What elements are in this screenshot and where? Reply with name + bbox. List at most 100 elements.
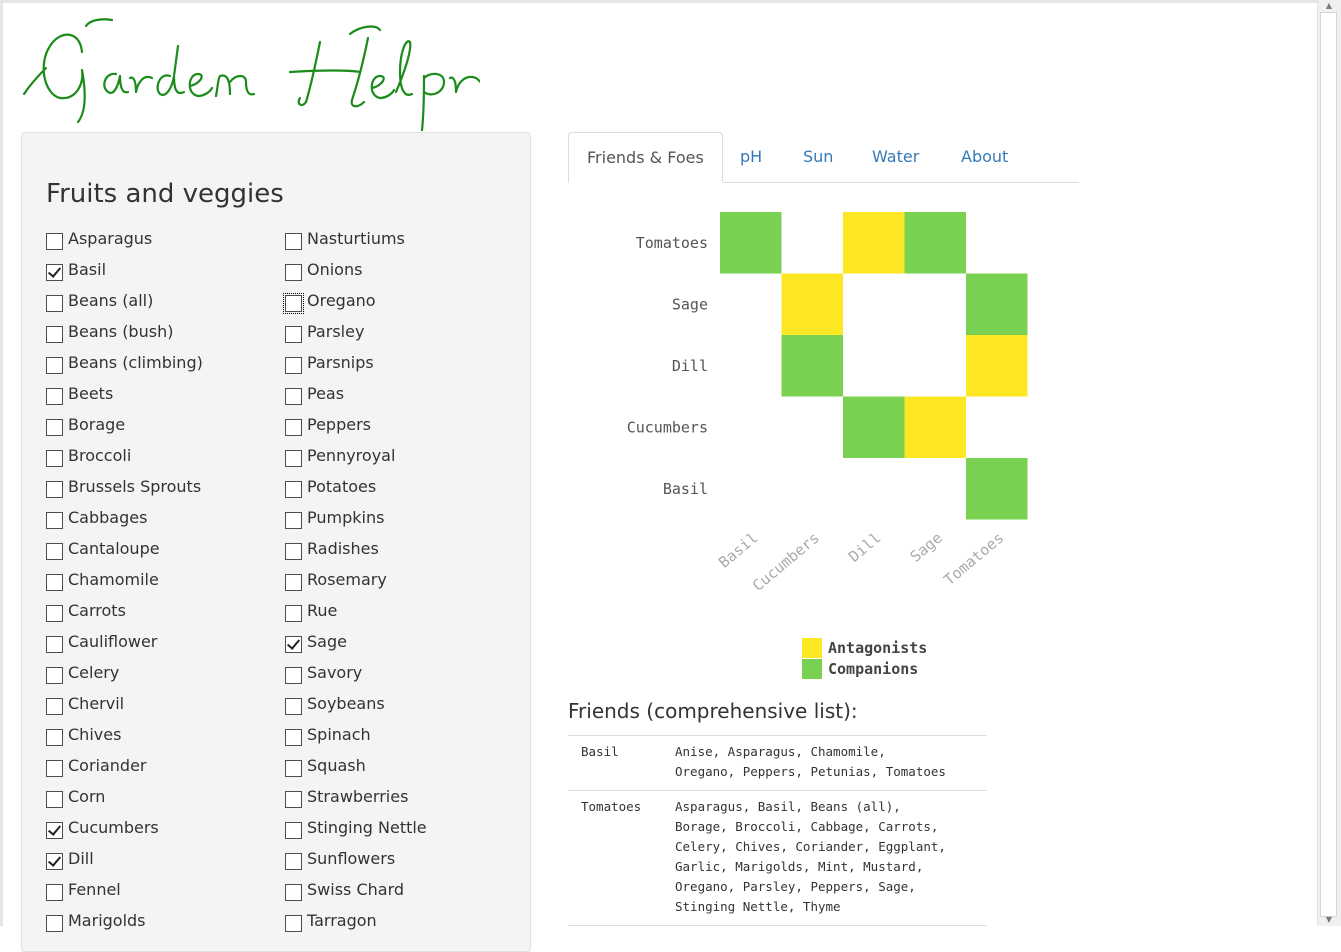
checkbox-item[interactable]: Beans (bush) <box>46 316 203 347</box>
checkbox-item[interactable]: Sunflowers <box>285 843 427 874</box>
checkbox-item[interactable]: Savory <box>285 657 427 688</box>
checkbox-item[interactable]: Oregano <box>283 285 427 316</box>
checkbox-item[interactable]: Beets <box>46 378 203 409</box>
checkbox[interactable] <box>285 791 302 808</box>
tab-ph[interactable]: pH <box>722 132 780 182</box>
checkbox[interactable] <box>285 667 302 684</box>
checkbox-item[interactable]: Corn <box>46 781 203 812</box>
checkbox[interactable] <box>46 760 63 777</box>
checkbox-item[interactable]: Rue <box>285 595 427 626</box>
checkbox[interactable] <box>285 853 302 870</box>
checkbox[interactable] <box>46 667 63 684</box>
checkbox-item[interactable]: Tarragon <box>285 905 427 936</box>
checkbox-item[interactable]: Broccoli <box>46 440 203 471</box>
checkbox-item[interactable]: Potatoes <box>285 471 427 502</box>
checkbox-item[interactable]: Sage <box>285 626 427 657</box>
checkbox-item[interactable]: Radishes <box>285 533 427 564</box>
checkbox[interactable] <box>46 574 63 591</box>
checkbox[interactable] <box>285 481 302 498</box>
checkbox-item[interactable]: Soybeans <box>285 688 427 719</box>
checkbox-item[interactable]: Nasturtiums <box>285 223 427 254</box>
checkbox-item[interactable]: Cabbages <box>46 502 203 533</box>
checkbox-item[interactable]: Dill <box>46 843 203 874</box>
checkbox[interactable] <box>46 264 63 281</box>
checkbox[interactable] <box>46 326 63 343</box>
checkbox[interactable] <box>46 853 63 870</box>
checkbox[interactable] <box>46 915 63 932</box>
checkbox-item[interactable]: Borage <box>46 409 203 440</box>
checkbox-item[interactable]: Parsley <box>285 316 427 347</box>
checkbox-item[interactable]: Peppers <box>285 409 427 440</box>
checkbox-item[interactable]: Celery <box>46 657 203 688</box>
checkbox-item[interactable]: Fennel <box>46 874 203 905</box>
checkbox-item[interactable]: Asparagus <box>46 223 203 254</box>
checkbox[interactable] <box>285 326 302 343</box>
checkbox[interactable] <box>285 388 302 405</box>
checkbox[interactable] <box>46 419 63 436</box>
checkbox-item[interactable]: Brussels Sprouts <box>46 471 203 502</box>
checkbox[interactable] <box>285 915 302 932</box>
checkbox[interactable] <box>46 512 63 529</box>
tab-friends-foes[interactable]: Friends & Foes <box>568 132 723 183</box>
checkbox[interactable] <box>46 605 63 622</box>
checkbox[interactable] <box>46 481 63 498</box>
checkbox-item[interactable]: Carrots <box>46 595 203 626</box>
checkbox-item[interactable]: Cucumbers <box>46 812 203 843</box>
checkbox[interactable] <box>285 419 302 436</box>
checkbox-item[interactable]: Pennyroyal <box>285 440 427 471</box>
checkbox-item[interactable]: Strawberries <box>285 781 427 812</box>
checkbox[interactable] <box>285 636 302 653</box>
tab-about[interactable]: About <box>943 132 1026 182</box>
tab-sun[interactable]: Sun <box>785 132 851 182</box>
checkbox[interactable] <box>46 636 63 653</box>
checkbox[interactable] <box>285 264 302 281</box>
checkbox-item[interactable]: Chives <box>46 719 203 750</box>
checkbox-item[interactable]: Squash <box>285 750 427 781</box>
checkbox[interactable] <box>46 698 63 715</box>
checkbox[interactable] <box>285 233 302 250</box>
scrollbar-thumb[interactable] <box>1320 12 1337 917</box>
checkbox-item[interactable]: Beans (climbing) <box>46 347 203 378</box>
checkbox[interactable] <box>285 574 302 591</box>
checkbox[interactable] <box>285 543 302 560</box>
checkbox[interactable] <box>46 295 63 312</box>
checkbox[interactable] <box>46 791 63 808</box>
checkbox-item[interactable]: Cantaloupe <box>46 533 203 564</box>
checkbox[interactable] <box>285 822 302 839</box>
checkbox[interactable] <box>285 605 302 622</box>
checkbox[interactable] <box>285 357 302 374</box>
checkbox[interactable] <box>46 357 63 374</box>
checkbox-item[interactable]: Coriander <box>46 750 203 781</box>
scroll-up-icon[interactable]: ▲ <box>1321 1 1337 11</box>
checkbox[interactable] <box>46 450 63 467</box>
checkbox[interactable] <box>46 388 63 405</box>
checkbox-item[interactable]: Peas <box>285 378 427 409</box>
tab-water[interactable]: Water <box>854 132 937 182</box>
checkbox[interactable] <box>285 450 302 467</box>
checkbox-item[interactable]: Cauliflower <box>46 626 203 657</box>
checkbox[interactable] <box>285 512 302 529</box>
checkbox-item[interactable]: Chamomile <box>46 564 203 595</box>
checkbox-item[interactable]: Spinach <box>285 719 427 750</box>
checkbox-item[interactable]: Chervil <box>46 688 203 719</box>
checkbox[interactable] <box>46 822 63 839</box>
checkbox-item[interactable]: Basil <box>46 254 203 285</box>
checkbox-item[interactable]: Marigolds <box>46 905 203 936</box>
checkbox[interactable] <box>285 729 302 746</box>
checkbox[interactable] <box>285 760 302 777</box>
checkbox[interactable] <box>285 884 302 901</box>
checkbox-item[interactable]: Parsnips <box>285 347 427 378</box>
checkbox-item[interactable]: Stinging Nettle <box>285 812 427 843</box>
checkbox[interactable] <box>46 884 63 901</box>
checkbox[interactable] <box>46 233 63 250</box>
checkbox[interactable] <box>283 293 304 314</box>
checkbox-item[interactable]: Beans (all) <box>46 285 203 316</box>
checkbox[interactable] <box>46 729 63 746</box>
checkbox-item[interactable]: Pumpkins <box>285 502 427 533</box>
checkbox[interactable] <box>285 698 302 715</box>
checkbox-item[interactable]: Swiss Chard <box>285 874 427 905</box>
scroll-down-icon[interactable]: ▼ <box>1321 915 1337 925</box>
checkbox-item[interactable]: Rosemary <box>285 564 427 595</box>
checkbox[interactable] <box>46 543 63 560</box>
checkbox-item[interactable]: Onions <box>285 254 427 285</box>
